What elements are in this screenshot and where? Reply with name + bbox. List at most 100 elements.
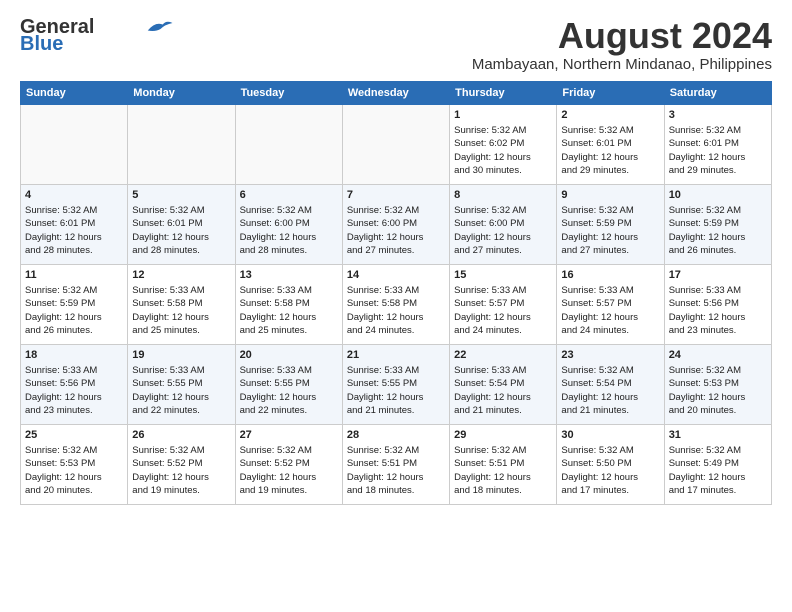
day-info-line: Daylight: 12 hours bbox=[25, 231, 123, 244]
calendar-cell-1-5: 1Sunrise: 5:32 AMSunset: 6:02 PMDaylight… bbox=[450, 104, 557, 184]
weekday-header-sunday: Sunday bbox=[21, 81, 128, 104]
day-number: 8 bbox=[454, 188, 552, 203]
day-info-line: Daylight: 12 hours bbox=[240, 471, 338, 484]
day-info-line: Sunrise: 5:33 AM bbox=[347, 284, 445, 297]
day-info-line: Sunrise: 5:32 AM bbox=[25, 204, 123, 217]
day-info-line: and 27 minutes. bbox=[561, 244, 659, 257]
calendar-cell-5-5: 29Sunrise: 5:32 AMSunset: 5:51 PMDayligh… bbox=[450, 424, 557, 504]
calendar-cell-5-4: 28Sunrise: 5:32 AMSunset: 5:51 PMDayligh… bbox=[342, 424, 449, 504]
day-info-line: and 23 minutes. bbox=[669, 324, 767, 337]
day-info-line: Daylight: 12 hours bbox=[240, 231, 338, 244]
day-info-line: Daylight: 12 hours bbox=[132, 311, 230, 324]
day-number: 13 bbox=[240, 268, 338, 283]
day-info-line: Sunset: 5:52 PM bbox=[240, 457, 338, 470]
day-info-line: and 29 minutes. bbox=[669, 164, 767, 177]
day-info-line: Daylight: 12 hours bbox=[132, 231, 230, 244]
day-info-line: Daylight: 12 hours bbox=[25, 391, 123, 404]
day-info-line: Sunrise: 5:32 AM bbox=[347, 444, 445, 457]
day-number: 21 bbox=[347, 348, 445, 363]
day-number: 7 bbox=[347, 188, 445, 203]
day-info-line: Daylight: 12 hours bbox=[454, 391, 552, 404]
day-info-line: Sunset: 6:00 PM bbox=[347, 217, 445, 230]
day-info-line: Daylight: 12 hours bbox=[561, 311, 659, 324]
weekday-header-friday: Friday bbox=[557, 81, 664, 104]
calendar-cell-5-2: 26Sunrise: 5:32 AMSunset: 5:52 PMDayligh… bbox=[128, 424, 235, 504]
title-area: August 2024 Mambayaan, Northern Mindanao… bbox=[472, 16, 772, 73]
calendar-cell-3-6: 16Sunrise: 5:33 AMSunset: 5:57 PMDayligh… bbox=[557, 264, 664, 344]
day-info-line: Sunset: 5:51 PM bbox=[454, 457, 552, 470]
calendar-cell-5-6: 30Sunrise: 5:32 AMSunset: 5:50 PMDayligh… bbox=[557, 424, 664, 504]
page-header: General Blue August 2024 Mambayaan, Nort… bbox=[20, 16, 772, 73]
day-info-line: Sunrise: 5:32 AM bbox=[132, 204, 230, 217]
day-info-line: and 27 minutes. bbox=[454, 244, 552, 257]
logo: General Blue bbox=[20, 16, 174, 56]
weekday-header-saturday: Saturday bbox=[664, 81, 771, 104]
month-year-title: August 2024 bbox=[472, 16, 772, 56]
day-info-line: Sunrise: 5:32 AM bbox=[561, 444, 659, 457]
calendar-cell-3-7: 17Sunrise: 5:33 AMSunset: 5:56 PMDayligh… bbox=[664, 264, 771, 344]
day-number: 26 bbox=[132, 428, 230, 443]
day-info-line: and 17 minutes. bbox=[561, 484, 659, 497]
day-info-line: Daylight: 12 hours bbox=[347, 391, 445, 404]
calendar-cell-2-5: 8Sunrise: 5:32 AMSunset: 6:00 PMDaylight… bbox=[450, 184, 557, 264]
day-number: 31 bbox=[669, 428, 767, 443]
day-info-line: Daylight: 12 hours bbox=[669, 231, 767, 244]
day-info-line: and 21 minutes. bbox=[347, 404, 445, 417]
calendar-cell-5-3: 27Sunrise: 5:32 AMSunset: 5:52 PMDayligh… bbox=[235, 424, 342, 504]
calendar-table: SundayMondayTuesdayWednesdayThursdayFrid… bbox=[20, 81, 772, 505]
calendar-cell-4-7: 24Sunrise: 5:32 AMSunset: 5:53 PMDayligh… bbox=[664, 344, 771, 424]
day-number: 2 bbox=[561, 108, 659, 123]
day-info-line: Daylight: 12 hours bbox=[132, 471, 230, 484]
day-number: 5 bbox=[132, 188, 230, 203]
day-info-line: and 30 minutes. bbox=[454, 164, 552, 177]
day-number: 27 bbox=[240, 428, 338, 443]
week-row-1: 1Sunrise: 5:32 AMSunset: 6:02 PMDaylight… bbox=[21, 104, 772, 184]
calendar-cell-1-4 bbox=[342, 104, 449, 184]
day-info-line: Daylight: 12 hours bbox=[454, 151, 552, 164]
day-number: 1 bbox=[454, 108, 552, 123]
day-info-line: Daylight: 12 hours bbox=[347, 311, 445, 324]
day-info-line: Sunset: 6:02 PM bbox=[454, 137, 552, 150]
calendar-cell-3-5: 15Sunrise: 5:33 AMSunset: 5:57 PMDayligh… bbox=[450, 264, 557, 344]
day-info-line: Daylight: 12 hours bbox=[454, 471, 552, 484]
calendar-cell-5-1: 25Sunrise: 5:32 AMSunset: 5:53 PMDayligh… bbox=[21, 424, 128, 504]
day-info-line: and 18 minutes. bbox=[347, 484, 445, 497]
day-info-line: Sunrise: 5:32 AM bbox=[25, 284, 123, 297]
day-info-line: and 24 minutes. bbox=[347, 324, 445, 337]
logo-bird-icon bbox=[144, 17, 174, 35]
day-info-line: and 24 minutes. bbox=[561, 324, 659, 337]
day-number: 15 bbox=[454, 268, 552, 283]
day-info-line: Sunset: 5:56 PM bbox=[669, 297, 767, 310]
calendar-cell-1-1 bbox=[21, 104, 128, 184]
day-info-line: Daylight: 12 hours bbox=[25, 471, 123, 484]
day-info-line: Sunset: 5:55 PM bbox=[240, 377, 338, 390]
day-number: 18 bbox=[25, 348, 123, 363]
day-info-line: and 26 minutes. bbox=[25, 324, 123, 337]
day-number: 23 bbox=[561, 348, 659, 363]
week-row-4: 18Sunrise: 5:33 AMSunset: 5:56 PMDayligh… bbox=[21, 344, 772, 424]
day-number: 20 bbox=[240, 348, 338, 363]
day-info-line: Sunrise: 5:32 AM bbox=[561, 124, 659, 137]
day-info-line: Daylight: 12 hours bbox=[25, 311, 123, 324]
week-row-5: 25Sunrise: 5:32 AMSunset: 5:53 PMDayligh… bbox=[21, 424, 772, 504]
calendar-cell-3-3: 13Sunrise: 5:33 AMSunset: 5:58 PMDayligh… bbox=[235, 264, 342, 344]
calendar-cell-2-3: 6Sunrise: 5:32 AMSunset: 6:00 PMDaylight… bbox=[235, 184, 342, 264]
day-info-line: and 21 minutes. bbox=[561, 404, 659, 417]
day-number: 17 bbox=[669, 268, 767, 283]
day-info-line: Daylight: 12 hours bbox=[669, 151, 767, 164]
day-info-line: and 28 minutes. bbox=[132, 244, 230, 257]
day-number: 12 bbox=[132, 268, 230, 283]
day-info-line: Daylight: 12 hours bbox=[561, 231, 659, 244]
day-info-line: Daylight: 12 hours bbox=[561, 151, 659, 164]
day-number: 30 bbox=[561, 428, 659, 443]
day-info-line: Sunrise: 5:33 AM bbox=[132, 284, 230, 297]
day-info-line: Sunset: 6:01 PM bbox=[25, 217, 123, 230]
day-info-line: Sunrise: 5:32 AM bbox=[669, 124, 767, 137]
day-info-line: Sunrise: 5:33 AM bbox=[454, 364, 552, 377]
day-info-line: Sunrise: 5:33 AM bbox=[347, 364, 445, 377]
day-info-line: Sunrise: 5:33 AM bbox=[240, 364, 338, 377]
calendar-cell-2-1: 4Sunrise: 5:32 AMSunset: 6:01 PMDaylight… bbox=[21, 184, 128, 264]
weekday-header-tuesday: Tuesday bbox=[235, 81, 342, 104]
day-info-line: Daylight: 12 hours bbox=[347, 231, 445, 244]
day-info-line: Sunrise: 5:32 AM bbox=[561, 204, 659, 217]
